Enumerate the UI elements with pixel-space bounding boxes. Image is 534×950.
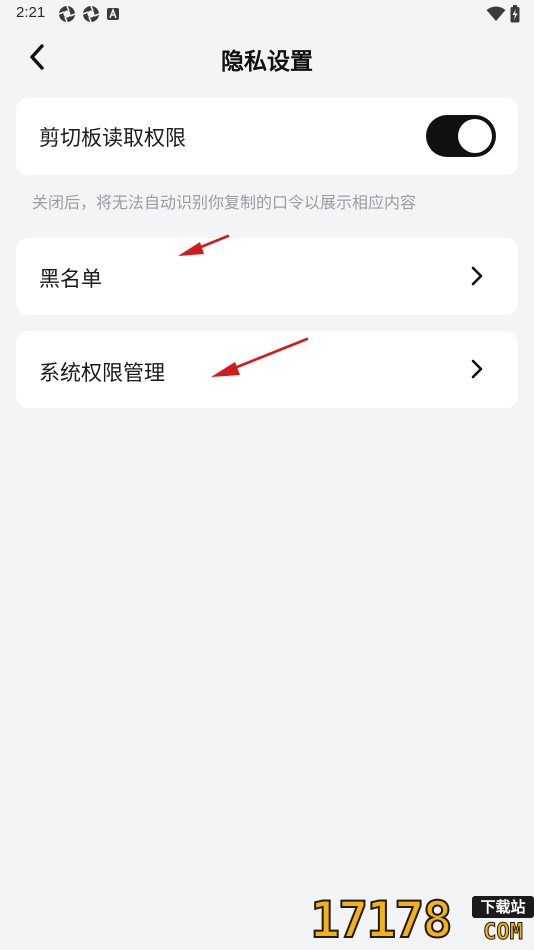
system-permission-label: 系统权限管理 [39,361,165,385]
site-watermark: 17178 下载站 COM [309,890,534,950]
chevron-right-icon [471,266,483,286]
status-notification-icons [58,5,120,23]
aperture-icon [58,5,76,23]
clipboard-hint-text: 关闭后，将无法自动识别你复制的口令以展示相应内容 [32,193,417,212]
clipboard-permission-toggle[interactable] [426,115,496,157]
clipboard-permission-label: 剪切板读取权限 [39,126,186,150]
chevron-right-icon [471,359,483,379]
system-permission-row[interactable]: 系统权限管理 [16,331,518,408]
app-header: 隐私设置 [0,30,534,86]
a-badge-icon [107,7,119,20]
blacklist-row[interactable]: 黑名单 [16,238,518,315]
toggle-knob [458,119,492,153]
status-time: 2:21 [16,4,46,21]
watermark-suffix: COM [483,920,524,946]
blacklist-label: 黑名单 [39,267,102,291]
page-title: 隐私设置 [221,49,313,75]
aperture-icon [82,5,100,23]
status-bar: 2:21 [0,0,534,30]
watermark-badge: 下载站 [472,896,534,918]
watermark-digits: 17178 [309,891,454,949]
battery-charging-icon [510,5,520,23]
wifi-icon [486,6,506,21]
clipboard-permission-row: 剪切板读取权限 [16,98,518,175]
status-system-icons [486,5,520,23]
